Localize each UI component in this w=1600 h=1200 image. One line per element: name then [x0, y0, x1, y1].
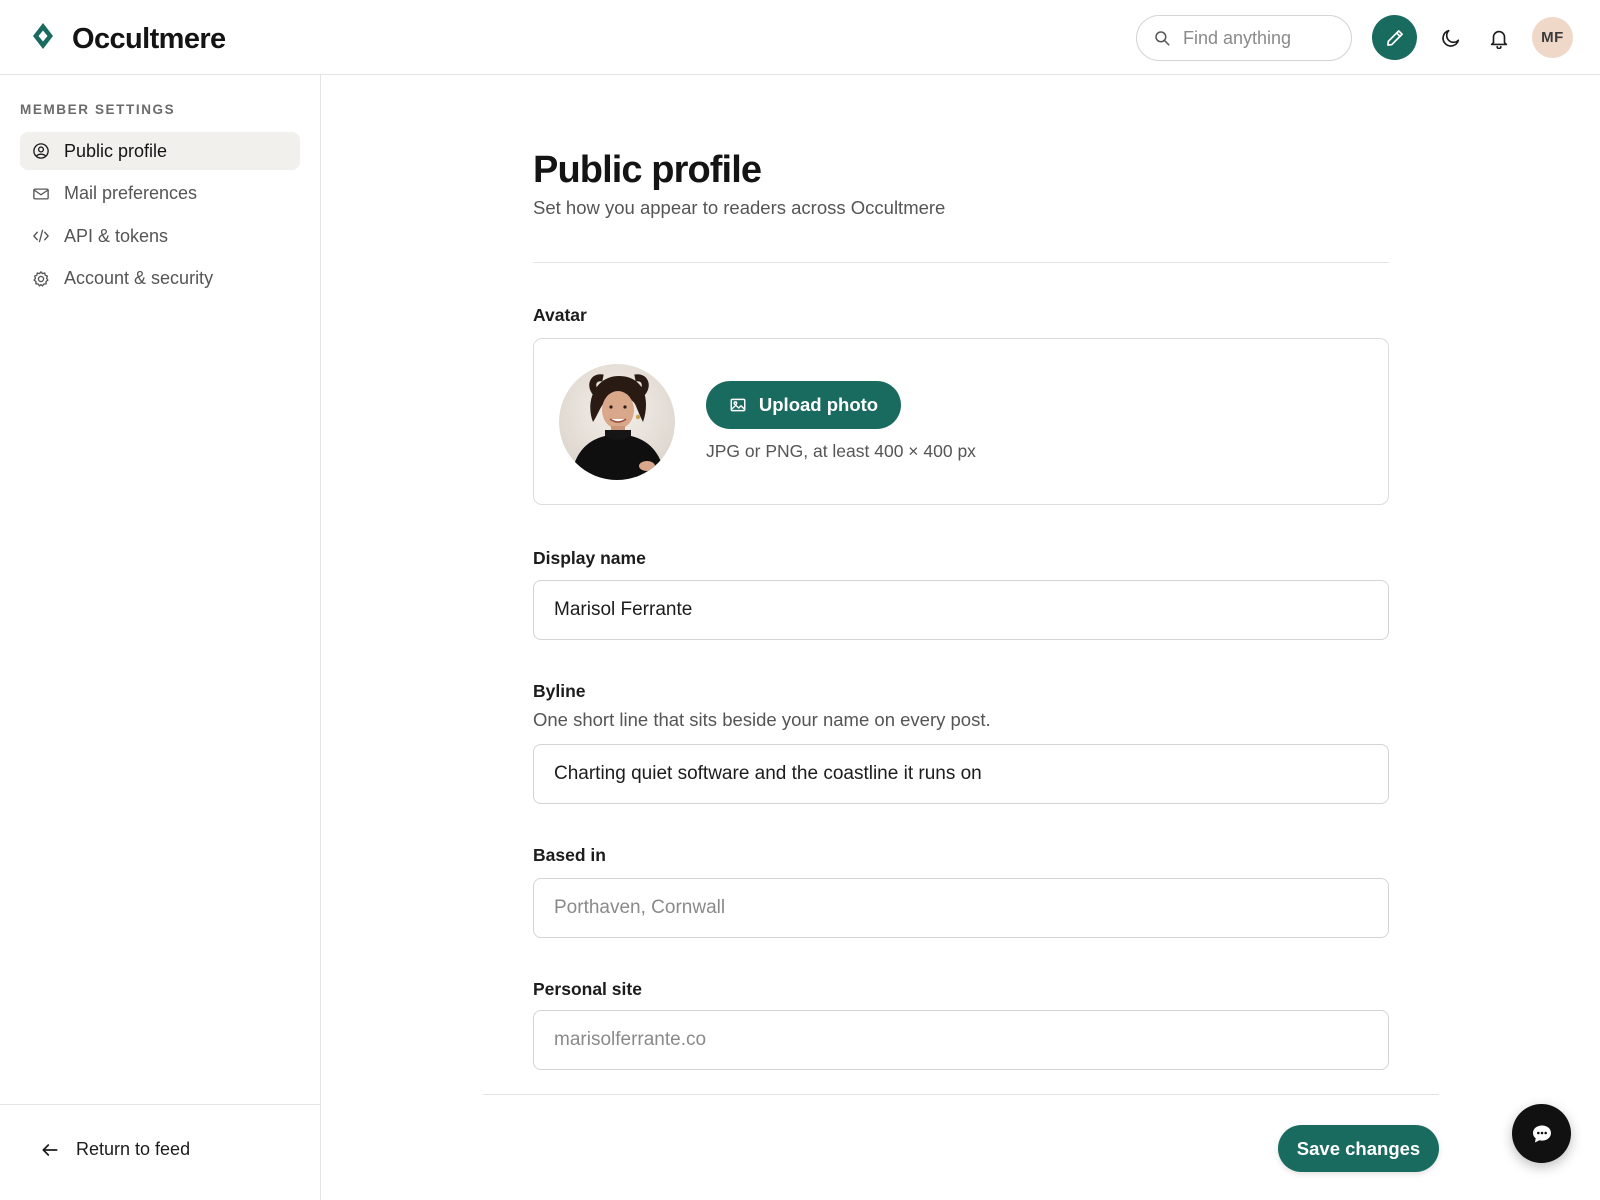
byline-label: Byline	[533, 681, 586, 701]
page-subtitle: Set how you appear to readers across Occ…	[533, 197, 946, 218]
mail-icon	[33, 187, 49, 200]
byline-input[interactable]	[533, 744, 1389, 804]
user-circle-icon	[33, 143, 49, 159]
pencil-icon	[1386, 29, 1403, 46]
divider	[483, 1094, 1439, 1095]
sidebar-item-mail-preferences[interactable]: Mail preferences	[20, 175, 300, 213]
sidebar-item-label: API & tokens	[64, 225, 169, 246]
return-to-feed-link[interactable]: Return to feed	[40, 1139, 190, 1160]
sidebar-item-label: Account & security	[64, 268, 214, 288]
avatar-card: Upload photo JPG or PNG, at least 400 × …	[533, 338, 1389, 505]
display-name-input[interactable]	[533, 580, 1389, 640]
avatar-label: Avatar	[533, 305, 587, 325]
notifications-button[interactable]	[1486, 25, 1512, 51]
sidebar-item-api-tokens[interactable]: API & tokens	[20, 217, 300, 255]
sidebar-footer: Return to feed	[0, 1104, 320, 1200]
search-icon	[1155, 31, 1170, 46]
chat-bubble-icon	[1532, 1125, 1551, 1142]
top-bar: Occultmere MF	[0, 0, 1600, 75]
settings-sidebar: MEMBER SETTINGS Public profile Mail pref…	[0, 75, 321, 1200]
diamond-logo-icon	[33, 23, 53, 49]
sidebar-heading: MEMBER SETTINGS	[20, 102, 176, 117]
upload-photo-button[interactable]: Upload photo	[706, 381, 901, 429]
sidebar-item-public-profile[interactable]: Public profile	[20, 132, 300, 170]
arrow-left-icon	[42, 1143, 58, 1156]
app-name: Occultmere	[72, 23, 226, 55]
personal-site-input[interactable]	[533, 1010, 1389, 1070]
based-in-label: Based in	[533, 845, 606, 865]
theme-toggle-button[interactable]	[1438, 25, 1464, 51]
settings-nav: Public profile Mail preferences API & to…	[20, 132, 300, 302]
byline-hint: One short line that sits beside your nam…	[533, 709, 991, 730]
avatar-photo	[559, 364, 675, 480]
display-name-label: Display name	[533, 548, 646, 568]
upload-hint: JPG or PNG, at least 400 × 400 px	[706, 441, 976, 461]
avatar-portrait-image	[559, 364, 675, 480]
sidebar-item-label: Mail preferences	[64, 183, 198, 203]
based-in-input[interactable]	[533, 878, 1389, 938]
gear-icon	[33, 270, 49, 287]
page-title: Public profile	[533, 149, 762, 191]
save-changes-button[interactable]: Save changes	[1278, 1125, 1439, 1172]
search-input[interactable]	[1183, 27, 1333, 49]
divider	[533, 262, 1389, 263]
search-box[interactable]	[1136, 15, 1352, 61]
app-logo[interactable]: Occultmere	[32, 22, 226, 55]
user-avatar[interactable]: MF	[1532, 17, 1573, 58]
bell-icon	[1490, 30, 1508, 49]
compose-button[interactable]	[1372, 15, 1417, 60]
personal-site-label: Personal site	[533, 979, 642, 999]
return-to-feed-label: Return to feed	[76, 1139, 191, 1159]
chat-button[interactable]	[1512, 1104, 1571, 1163]
sidebar-item-account-security[interactable]: Account & security	[20, 260, 300, 298]
moon-icon	[1442, 29, 1460, 47]
sidebar-item-label: Public profile	[64, 140, 168, 161]
image-icon	[730, 398, 746, 412]
main-content: Public profile Set how you appear to rea…	[321, 75, 1600, 1200]
code-icon	[33, 229, 49, 243]
upload-photo-label: Upload photo	[758, 394, 879, 415]
